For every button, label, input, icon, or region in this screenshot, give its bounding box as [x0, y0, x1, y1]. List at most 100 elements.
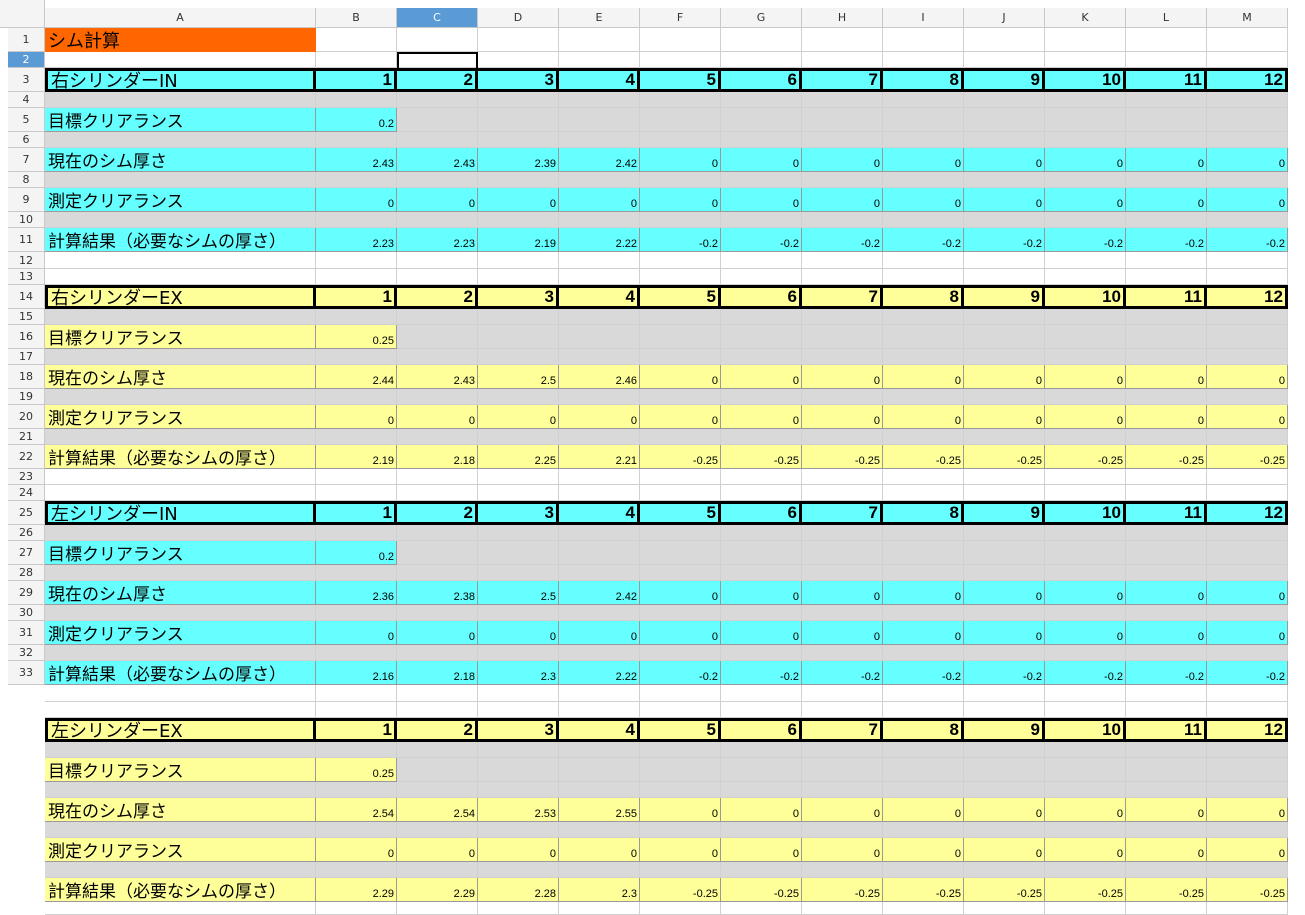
gap-cell[interactable] [964, 92, 1045, 108]
gap-cell[interactable] [640, 309, 721, 325]
current-shim-value[interactable]: 2.5 [478, 365, 559, 389]
gap-cell[interactable] [1126, 565, 1207, 581]
empty-cell[interactable] [1126, 52, 1207, 68]
empty-cell[interactable] [316, 252, 397, 269]
gap-cell[interactable] [964, 429, 1045, 445]
cylinder-number-header[interactable]: 6 [721, 68, 802, 92]
calc-result-value[interactable]: -0.25 [802, 445, 883, 469]
gap-cell[interactable] [316, 565, 397, 581]
gap-cell[interactable] [559, 212, 640, 228]
measured-clearance-label[interactable]: 測定クリアランス [45, 188, 316, 212]
measured-clearance-value[interactable]: 0 [721, 405, 802, 429]
measured-clearance-value[interactable]: 0 [1126, 405, 1207, 429]
calc-result-value[interactable]: 2.22 [559, 228, 640, 252]
row-header-9[interactable]: 9 [8, 188, 45, 212]
cylinder-number-header[interactable]: 4 [559, 285, 640, 309]
gap-cell[interactable] [721, 525, 802, 541]
gap-cell[interactable] [721, 862, 802, 878]
calc-result-value[interactable]: 2.23 [397, 228, 478, 252]
cylinder-number-header[interactable]: 4 [559, 68, 640, 92]
cylinder-number-header[interactable]: 8 [883, 501, 964, 525]
gap-cell[interactable] [1207, 92, 1288, 108]
measured-clearance-value[interactable]: 0 [640, 405, 721, 429]
calc-result-value[interactable]: -0.25 [1126, 445, 1207, 469]
measured-clearance-value[interactable]: 0 [1207, 188, 1288, 212]
measured-clearance-value[interactable]: 0 [964, 621, 1045, 645]
gap-cell[interactable] [1045, 132, 1126, 148]
gap-cell[interactable] [721, 309, 802, 325]
gap-cell[interactable] [1207, 349, 1288, 365]
empty-cell[interactable] [559, 269, 640, 285]
empty-cell[interactable] [721, 485, 802, 501]
row-header-6[interactable]: 6 [8, 132, 45, 148]
empty-cell[interactable] [316, 269, 397, 285]
column-header-g[interactable]: G [721, 8, 802, 28]
row-header-26[interactable]: 26 [8, 525, 45, 541]
current-shim-value[interactable]: 2.42 [559, 148, 640, 172]
measured-clearance-value[interactable]: 0 [1045, 838, 1126, 862]
empty-cell[interactable] [802, 469, 883, 485]
gap-cell[interactable] [1045, 758, 1126, 782]
measured-clearance-value[interactable]: 0 [397, 621, 478, 645]
empty-cell[interactable] [1045, 902, 1126, 915]
column-header-j[interactable]: J [964, 8, 1045, 28]
gap-cell[interactable] [45, 645, 316, 661]
column-header-f[interactable]: F [640, 8, 721, 28]
gap-cell[interactable] [316, 172, 397, 188]
cylinder-number-header[interactable]: 8 [883, 718, 964, 742]
current-shim-value[interactable]: 0 [721, 148, 802, 172]
gap-cell[interactable] [559, 742, 640, 758]
empty-cell[interactable] [802, 28, 883, 52]
gap-cell[interactable] [397, 389, 478, 405]
current-shim-value[interactable]: 2.53 [478, 798, 559, 822]
gap-cell[interactable] [721, 349, 802, 365]
gap-cell[interactable] [1207, 325, 1288, 349]
measured-clearance-value[interactable]: 0 [1207, 405, 1288, 429]
row-header-27[interactable]: 27 [8, 541, 45, 565]
section-title[interactable]: 左シリンダーIN [45, 501, 316, 525]
cylinder-number-header[interactable]: 11 [1126, 285, 1207, 309]
gap-cell[interactable] [1126, 782, 1207, 798]
gap-cell[interactable] [964, 212, 1045, 228]
gap-cell[interactable] [802, 108, 883, 132]
empty-cell[interactable] [45, 685, 316, 702]
gap-cell[interactable] [721, 389, 802, 405]
empty-cell[interactable] [478, 485, 559, 501]
measured-clearance-value[interactable]: 0 [559, 188, 640, 212]
empty-cell[interactable] [721, 269, 802, 285]
gap-cell[interactable] [640, 565, 721, 581]
gap-cell[interactable] [478, 108, 559, 132]
gap-cell[interactable] [397, 758, 478, 782]
empty-cell[interactable] [1126, 902, 1207, 915]
cylinder-number-header[interactable]: 2 [397, 285, 478, 309]
current-shim-value[interactable]: 2.46 [559, 365, 640, 389]
calc-result-value[interactable]: -0.2 [640, 661, 721, 685]
empty-cell[interactable] [1045, 52, 1126, 68]
gap-cell[interactable] [45, 862, 316, 878]
gap-cell[interactable] [802, 389, 883, 405]
gap-cell[interactable] [478, 132, 559, 148]
row-header-2[interactable]: 2 [8, 52, 45, 68]
gap-cell[interactable] [964, 862, 1045, 878]
gap-cell[interactable] [721, 782, 802, 798]
gap-cell[interactable] [1207, 108, 1288, 132]
column-header-k[interactable]: K [1045, 8, 1126, 28]
gap-cell[interactable] [1207, 309, 1288, 325]
gap-cell[interactable] [1045, 862, 1126, 878]
gap-cell[interactable] [802, 822, 883, 838]
empty-cell[interactable] [478, 269, 559, 285]
gap-cell[interactable] [802, 541, 883, 565]
empty-cell[interactable] [45, 252, 316, 269]
measured-clearance-value[interactable]: 0 [478, 838, 559, 862]
calc-result-value[interactable]: -0.2 [721, 228, 802, 252]
column-header-d[interactable]: D [478, 8, 559, 28]
gap-cell[interactable] [316, 822, 397, 838]
calc-result-value[interactable]: -0.2 [1207, 661, 1288, 685]
gap-cell[interactable] [478, 172, 559, 188]
measured-clearance-value[interactable]: 0 [721, 188, 802, 212]
row-header-29[interactable]: 29 [8, 581, 45, 605]
gap-cell[interactable] [397, 212, 478, 228]
gap-cell[interactable] [1207, 525, 1288, 541]
measured-clearance-value[interactable]: 0 [1126, 621, 1207, 645]
current-shim-value[interactable]: 2.43 [316, 148, 397, 172]
